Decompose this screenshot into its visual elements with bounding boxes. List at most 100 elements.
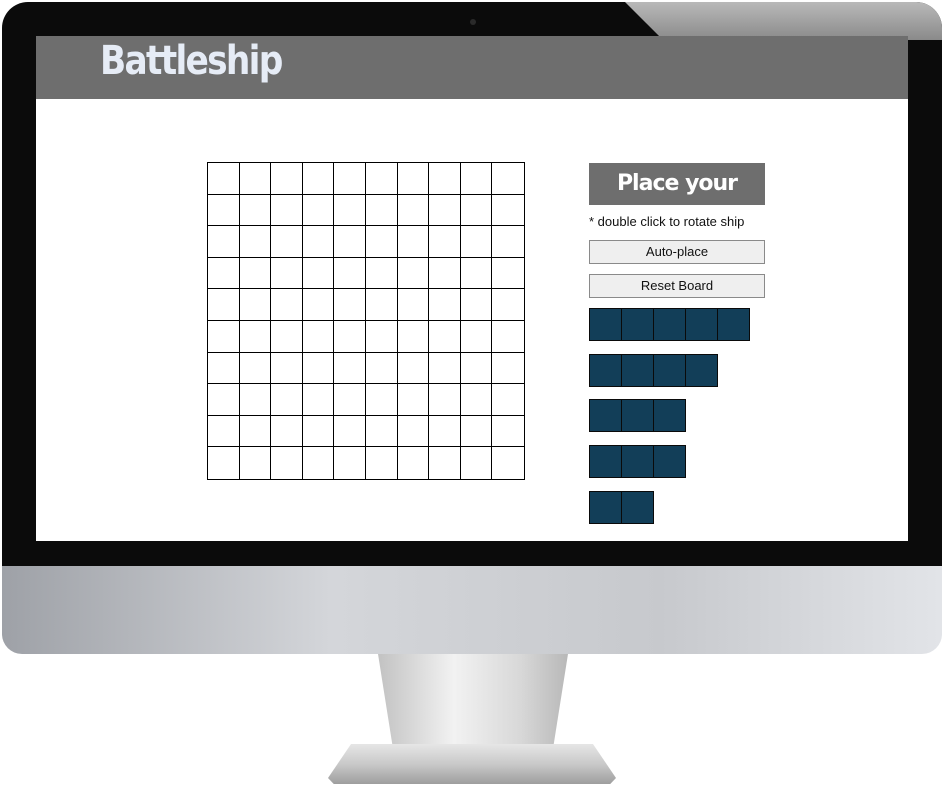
board-cell[interactable]	[366, 384, 398, 416]
ship[interactable]	[589, 399, 686, 432]
board-cell[interactable]	[271, 447, 303, 479]
board-cell[interactable]	[366, 194, 398, 227]
board-cell[interactable]	[302, 257, 335, 290]
board-cell[interactable]	[239, 226, 272, 258]
ship[interactable]	[589, 445, 686, 478]
board-cell[interactable]	[492, 447, 524, 479]
board-cell[interactable]	[271, 257, 303, 290]
board-cell[interactable]	[208, 289, 240, 321]
board-cell[interactable]	[334, 163, 366, 195]
board-cell[interactable]	[334, 226, 366, 258]
board-cell[interactable]	[366, 415, 398, 448]
board-cell[interactable]	[397, 321, 430, 353]
board-cell[interactable]	[208, 226, 240, 258]
board-cell[interactable]	[208, 384, 240, 416]
board-cell[interactable]	[429, 415, 461, 448]
board-cell[interactable]	[397, 194, 430, 227]
board-cell[interactable]	[460, 321, 493, 353]
board-cell[interactable]	[397, 289, 430, 321]
ship[interactable]	[589, 491, 654, 524]
board-cell[interactable]	[302, 194, 335, 227]
board-cell[interactable]	[492, 195, 524, 227]
board-cell[interactable]	[366, 163, 398, 195]
board-cell[interactable]	[208, 415, 240, 448]
board-cell[interactable]	[208, 447, 240, 479]
board-cell[interactable]	[239, 194, 272, 227]
board-cell[interactable]	[366, 289, 398, 321]
board-cell[interactable]	[366, 447, 398, 479]
board-cell[interactable]	[271, 226, 303, 258]
reset-board-button[interactable]: Reset Board	[589, 274, 765, 298]
board-cell[interactable]	[303, 447, 335, 479]
board-cell[interactable]	[460, 352, 493, 385]
board-cell[interactable]	[492, 258, 524, 290]
board-cell[interactable]	[271, 384, 303, 416]
board-cell[interactable]	[492, 163, 524, 195]
board-cell[interactable]	[271, 289, 303, 321]
board-cell[interactable]	[492, 321, 524, 353]
board-cell[interactable]	[460, 257, 493, 290]
board-cell[interactable]	[461, 447, 493, 479]
board-cell[interactable]	[460, 384, 493, 416]
board-cell[interactable]	[492, 353, 524, 385]
board-cell[interactable]	[239, 163, 272, 195]
board-cell[interactable]	[302, 289, 335, 321]
board-cell[interactable]	[460, 226, 493, 258]
board-cell[interactable]	[271, 352, 303, 385]
board-cell[interactable]	[334, 289, 366, 321]
board-cell[interactable]	[271, 194, 303, 227]
board-cell[interactable]	[334, 352, 366, 385]
board-cell[interactable]	[397, 163, 430, 195]
board-cell[interactable]	[334, 447, 366, 479]
board-cell[interactable]	[492, 226, 524, 258]
board-cell[interactable]	[460, 289, 493, 321]
board-cell[interactable]	[429, 226, 461, 258]
board-cell[interactable]	[397, 257, 430, 290]
board-cell[interactable]	[208, 163, 240, 195]
board-cell[interactable]	[366, 352, 398, 385]
board-cell[interactable]	[397, 352, 430, 385]
board-cell[interactable]	[208, 321, 240, 353]
board-cell[interactable]	[239, 384, 272, 416]
board-cell[interactable]	[334, 321, 366, 353]
board-cell[interactable]	[208, 352, 240, 385]
board-cell[interactable]	[302, 163, 335, 195]
board-cell[interactable]	[429, 289, 461, 321]
board-cell[interactable]	[429, 321, 461, 353]
board-cell[interactable]	[208, 194, 240, 227]
board-cell[interactable]	[334, 194, 366, 227]
ship[interactable]	[589, 308, 750, 341]
ship[interactable]	[589, 354, 718, 387]
game-board[interactable]	[207, 162, 525, 480]
board-cell[interactable]	[239, 321, 272, 353]
auto-place-button[interactable]: Auto-place	[589, 240, 765, 264]
board-cell[interactable]	[240, 447, 272, 479]
board-cell[interactable]	[302, 226, 335, 258]
board-cell[interactable]	[366, 226, 398, 258]
board-cell[interactable]	[397, 415, 430, 448]
board-cell[interactable]	[366, 257, 398, 290]
board-cell[interactable]	[429, 447, 461, 479]
board-cell[interactable]	[302, 415, 335, 448]
board-cell[interactable]	[208, 257, 240, 290]
board-cell[interactable]	[334, 257, 366, 290]
board-cell[interactable]	[492, 416, 524, 448]
board-cell[interactable]	[429, 163, 461, 195]
board-cell[interactable]	[271, 415, 303, 448]
board-cell[interactable]	[492, 289, 524, 321]
board-cell[interactable]	[271, 163, 303, 195]
board-cell[interactable]	[239, 352, 272, 385]
board-cell[interactable]	[429, 257, 461, 290]
board-cell[interactable]	[398, 447, 430, 479]
board-cell[interactable]	[302, 321, 335, 353]
board-cell[interactable]	[239, 415, 272, 448]
board-cell[interactable]	[302, 352, 335, 385]
board-cell[interactable]	[239, 289, 272, 321]
board-cell[interactable]	[239, 257, 272, 290]
board-cell[interactable]	[460, 194, 493, 227]
board-cell[interactable]	[460, 163, 493, 195]
board-cell[interactable]	[429, 194, 461, 227]
board-cell[interactable]	[366, 321, 398, 353]
board-cell[interactable]	[302, 384, 335, 416]
board-cell[interactable]	[429, 352, 461, 385]
